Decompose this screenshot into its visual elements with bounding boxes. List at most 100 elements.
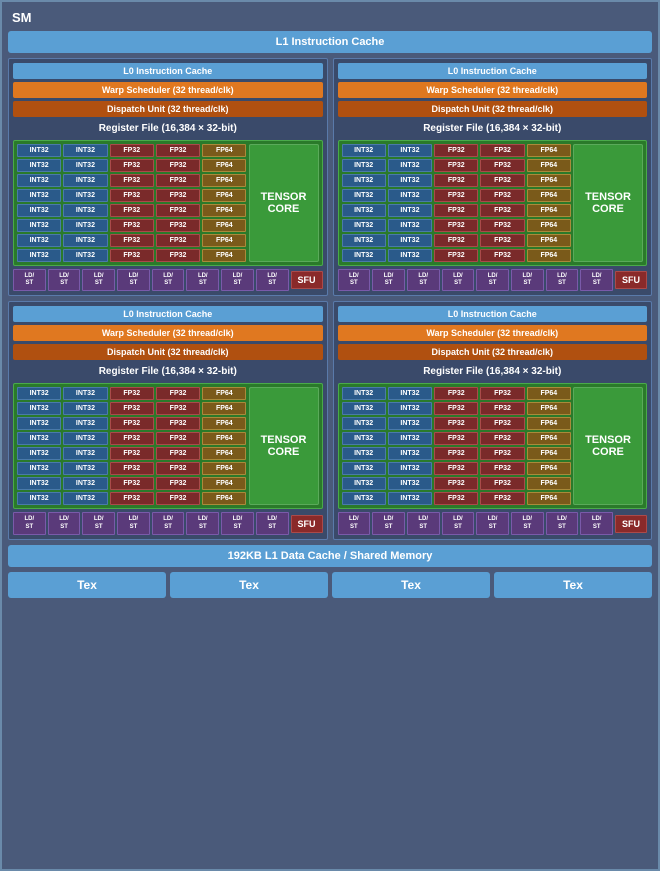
fp32-cell: FP32 — [110, 159, 154, 172]
int32-cell: INT32 — [388, 234, 432, 247]
fp32-cell: FP32 — [110, 447, 154, 460]
int32-cell: INT32 — [342, 159, 386, 172]
ld-st-cell: LD/ST — [407, 512, 440, 534]
fp32-cell: FP32 — [156, 387, 200, 400]
fp64-cell: FP64 — [202, 189, 246, 202]
int32-cell: INT32 — [388, 249, 432, 262]
fp32-cell: FP32 — [156, 174, 200, 187]
int32-cell: INT32 — [17, 492, 61, 505]
sfu-2: SFU — [291, 515, 323, 533]
row-2-6: INT32 INT32 FP32 FP32 FP64 — [17, 477, 247, 490]
ld-st-cell: LD/ST — [221, 269, 254, 291]
ld-st-cell: LD/ST — [476, 269, 509, 291]
fp32-cell: FP32 — [110, 144, 154, 157]
int32-cell: INT32 — [17, 462, 61, 475]
row-2-1: INT32 INT32 FP32 FP32 FP64 — [17, 402, 247, 415]
fp64-cell: FP64 — [202, 477, 246, 490]
int32-cell: INT32 — [342, 174, 386, 187]
fp32-cell: FP32 — [156, 417, 200, 430]
int32-cell: INT32 — [17, 432, 61, 445]
fp64-cell: FP64 — [527, 462, 571, 475]
int32-cell: INT32 — [63, 462, 107, 475]
ld-st-cell: LD/ST — [221, 512, 254, 534]
sub-unit-2: L0 Instruction Cache Warp Scheduler (32 … — [8, 301, 328, 539]
l0-cache-0: L0 Instruction Cache — [13, 63, 323, 79]
int32-cell: INT32 — [342, 144, 386, 157]
warp-scheduler-3: Warp Scheduler (32 thread/clk) — [338, 325, 648, 341]
ld-st-cell: LD/ST — [338, 269, 371, 291]
l0-cache-1: L0 Instruction Cache — [338, 63, 648, 79]
fp64-cell: FP64 — [527, 144, 571, 157]
sfu-1: SFU — [615, 271, 647, 289]
int32-cell: INT32 — [63, 144, 107, 157]
fp32-cell: FP32 — [110, 402, 154, 415]
ld-st-cell: LD/ST — [13, 512, 46, 534]
int32-cell: INT32 — [17, 219, 61, 232]
fp64-cell: FP64 — [202, 387, 246, 400]
row-1-3: INT32 INT32 FP32 FP32 FP64 — [342, 189, 572, 202]
int32-cell: INT32 — [17, 447, 61, 460]
row-2-3: INT32 INT32 FP32 FP32 FP64 — [17, 432, 247, 445]
l1-data-cache: 192KB L1 Data Cache / Shared Memory — [8, 545, 652, 567]
int32-cell: INT32 — [342, 219, 386, 232]
int32-cell: INT32 — [17, 144, 61, 157]
fp32-cell: FP32 — [480, 432, 524, 445]
register-file-3: Register File (16,384 × 32-bit) — [338, 363, 648, 380]
l0-cache-3: L0 Instruction Cache — [338, 306, 648, 322]
fp64-cell: FP64 — [527, 204, 571, 217]
tex-unit-3: Tex — [494, 572, 652, 598]
fp32-cell: FP32 — [480, 204, 524, 217]
int32-cell: INT32 — [17, 249, 61, 262]
fp32-cell: FP32 — [480, 447, 524, 460]
row-0-1: INT32 INT32 FP32 FP32 FP64 — [17, 159, 247, 172]
fp32-cell: FP32 — [480, 159, 524, 172]
int32-cell: INT32 — [342, 234, 386, 247]
fp64-cell: FP64 — [202, 159, 246, 172]
fp32-cell: FP32 — [480, 174, 524, 187]
core-area-1: INT32 INT32 FP32 FP32 FP64 INT32 INT32 F… — [338, 140, 648, 266]
int32-cell: INT32 — [17, 174, 61, 187]
l0-cache-2: L0 Instruction Cache — [13, 306, 323, 322]
fp64-cell: FP64 — [527, 174, 571, 187]
fp64-cell: FP64 — [202, 204, 246, 217]
int32-cell: INT32 — [17, 204, 61, 217]
sub-unit-1: L0 Instruction Cache Warp Scheduler (32 … — [333, 58, 653, 296]
fp32-cell: FP32 — [480, 189, 524, 202]
ld-st-cell: LD/ST — [372, 512, 405, 534]
ld-st-cell: LD/ST — [82, 269, 115, 291]
row-2-5: INT32 INT32 FP32 FP32 FP64 — [17, 462, 247, 475]
ld-st-cell: LD/ST — [546, 269, 579, 291]
fp32-cell: FP32 — [480, 417, 524, 430]
fp32-cell: FP32 — [434, 447, 478, 460]
fp32-cell: FP32 — [480, 387, 524, 400]
fp32-cell: FP32 — [434, 204, 478, 217]
bottom-row-1: LD/ST LD/ST LD/ST LD/ST LD/ST LD/ST LD/S… — [338, 269, 648, 291]
int32-cell: INT32 — [388, 432, 432, 445]
row-1-5: INT32 INT32 FP32 FP32 FP64 — [342, 219, 572, 232]
int32-cell: INT32 — [388, 219, 432, 232]
ld-st-cell: LD/ST — [511, 269, 544, 291]
fp32-cell: FP32 — [434, 417, 478, 430]
fp32-cell: FP32 — [480, 402, 524, 415]
row-1-6: INT32 INT32 FP32 FP32 FP64 — [342, 234, 572, 247]
ld-st-cell: LD/ST — [186, 512, 219, 534]
fp32-cell: FP32 — [110, 204, 154, 217]
dispatch-unit-1: Dispatch Unit (32 thread/clk) — [338, 101, 648, 117]
fp32-cell: FP32 — [110, 462, 154, 475]
fp64-cell: FP64 — [527, 249, 571, 262]
int32-cell: INT32 — [17, 402, 61, 415]
fp32-cell: FP32 — [110, 432, 154, 445]
row-3-5: INT32 INT32 FP32 FP32 FP64 — [342, 462, 572, 475]
int32-cell: INT32 — [63, 249, 107, 262]
row-0-6: INT32 INT32 FP32 FP32 FP64 — [17, 234, 247, 247]
row-3-3: INT32 INT32 FP32 FP32 FP64 — [342, 432, 572, 445]
fp64-cell: FP64 — [527, 432, 571, 445]
fp32-cell: FP32 — [156, 432, 200, 445]
int32-cell: INT32 — [388, 174, 432, 187]
int32-cell: INT32 — [388, 492, 432, 505]
row-1-2: INT32 INT32 FP32 FP32 FP64 — [342, 174, 572, 187]
fp64-cell: FP64 — [527, 387, 571, 400]
int32-cell: INT32 — [388, 189, 432, 202]
fp32-cell: FP32 — [156, 159, 200, 172]
int32-cell: INT32 — [63, 432, 107, 445]
